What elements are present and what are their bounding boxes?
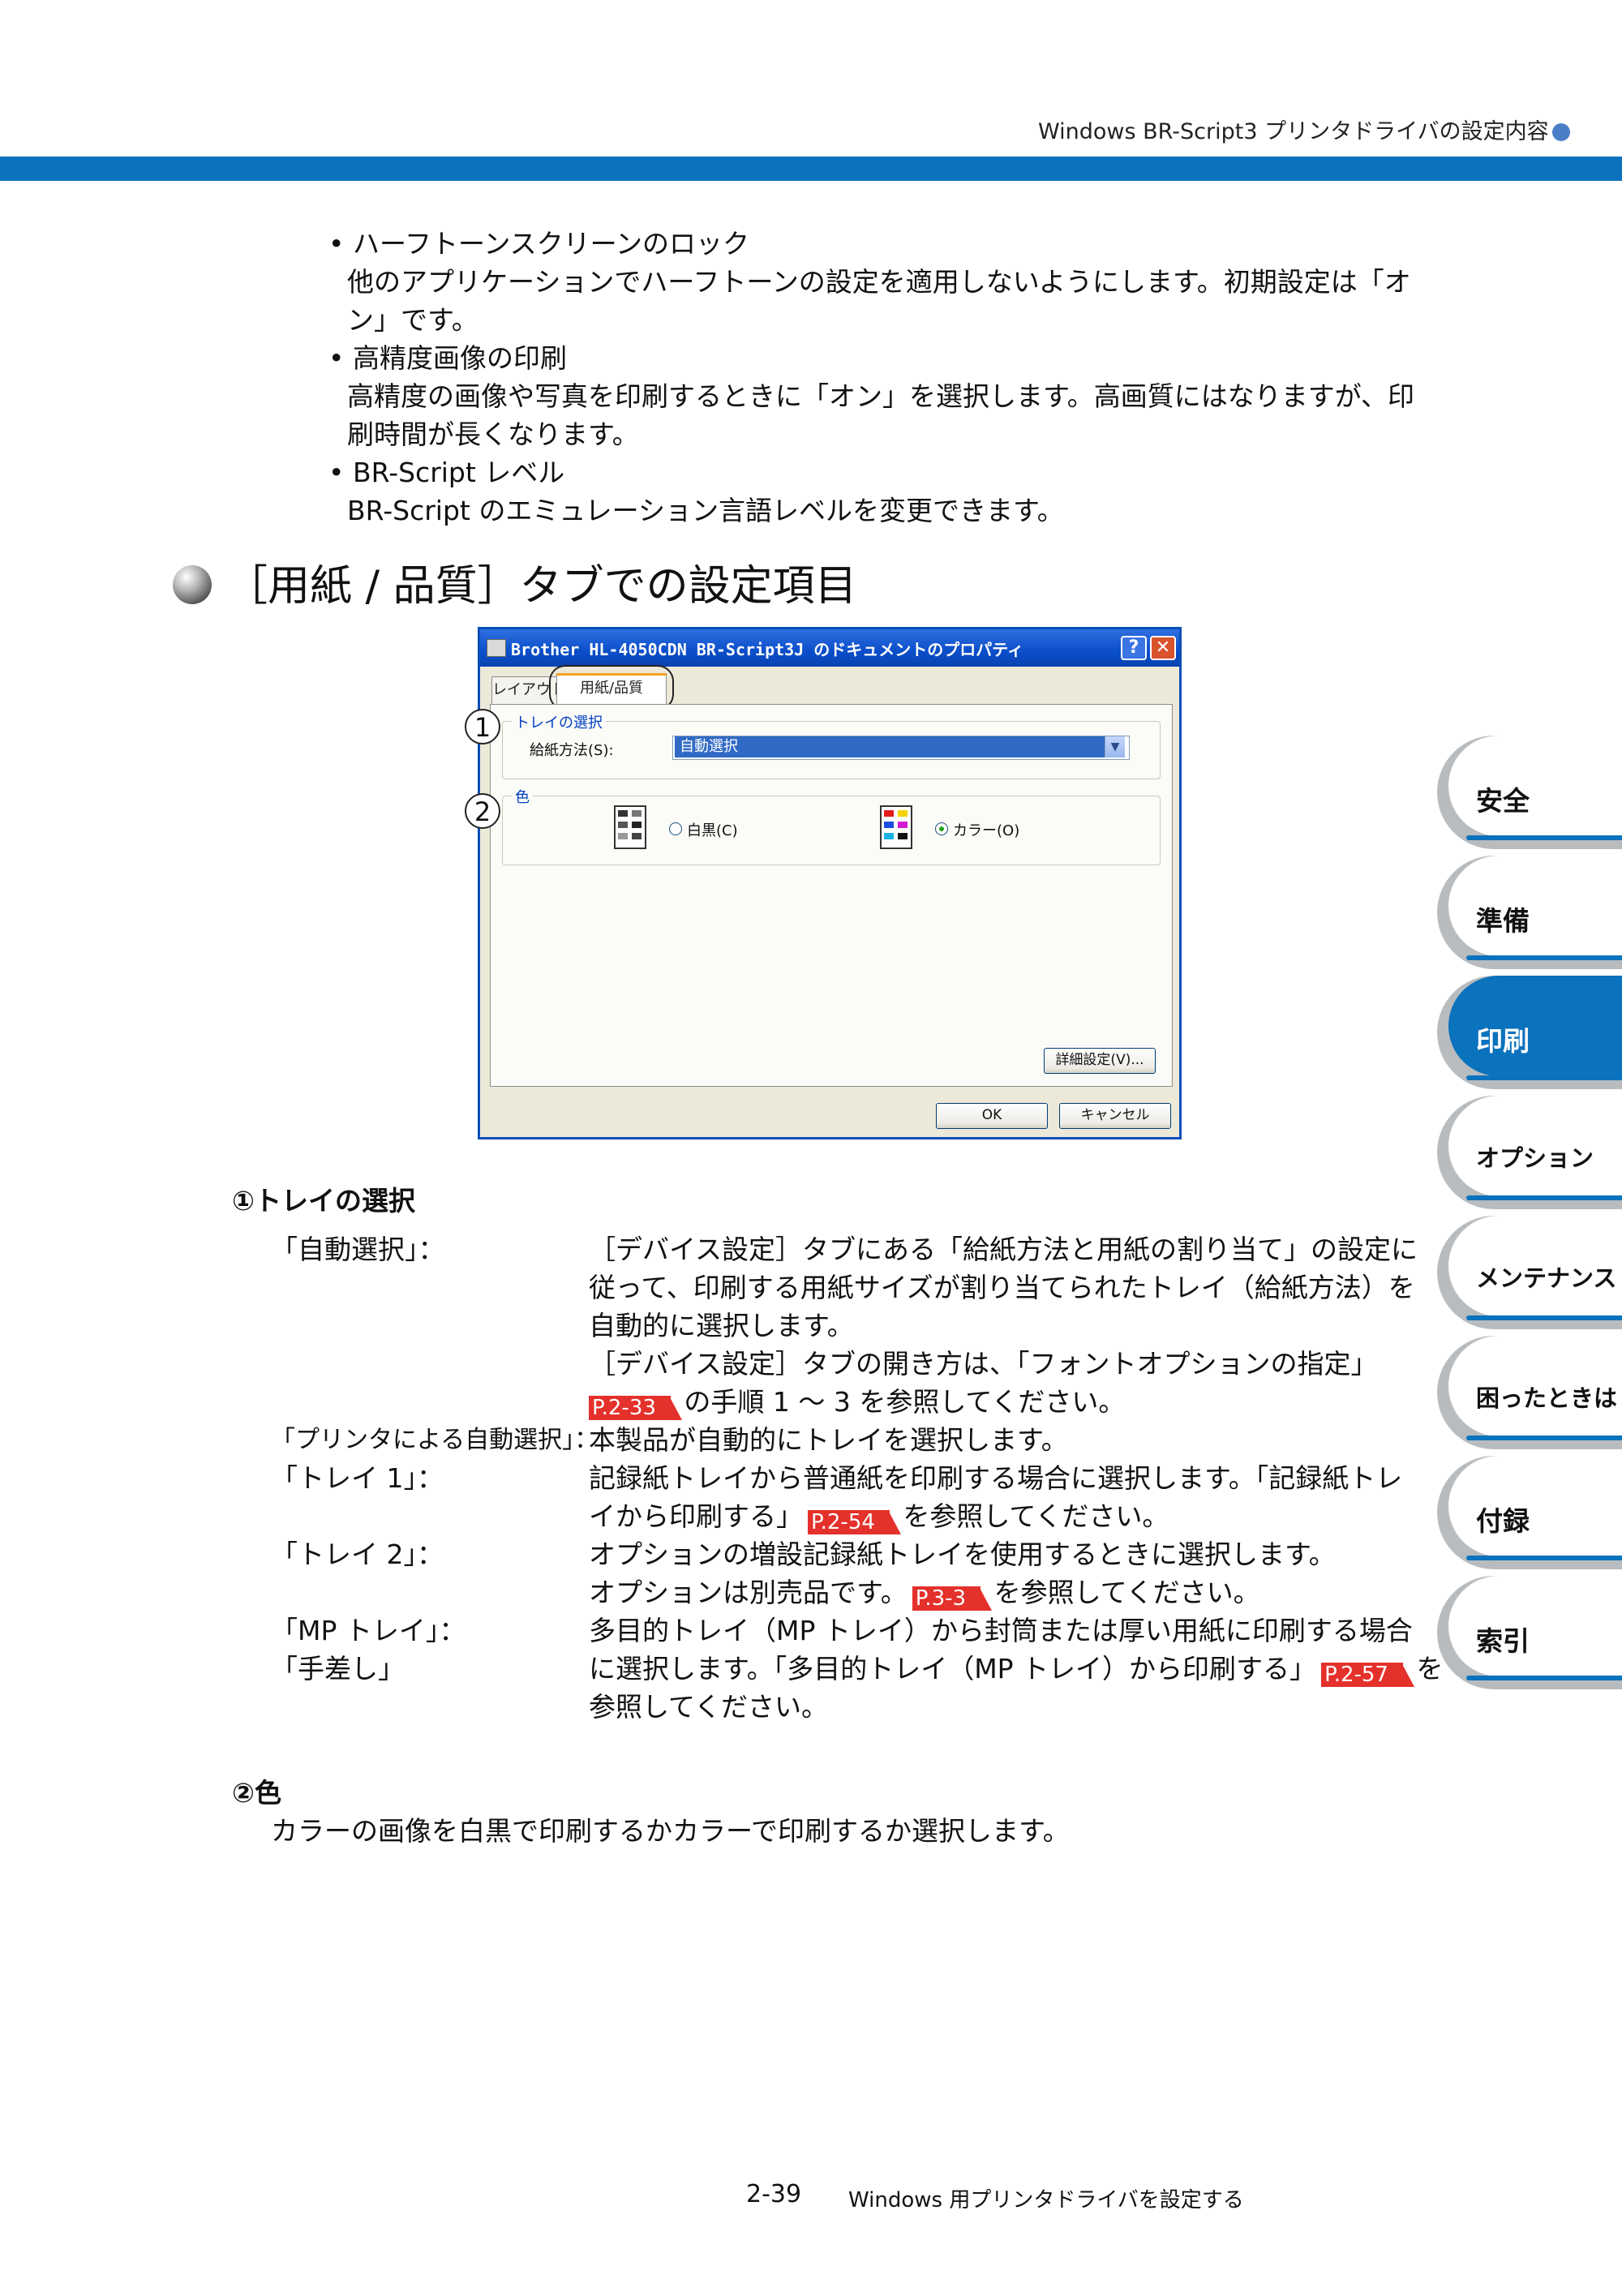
tab-panel: トレイの選択 給紙方法(S): 自動選択 ▼ 色 白黒(C) カラー(O) 詳細… — [490, 704, 1173, 1087]
mp-tray-line-3: 参照してください。 — [589, 1691, 829, 1723]
section-ball-icon — [173, 565, 212, 604]
side-tab-options[interactable]: オプション — [1437, 1096, 1622, 1209]
printer-icon — [487, 639, 506, 657]
auto-select-line-5: P.2-33 の手順 1 ～ 3 を参照してください。 — [589, 1383, 1125, 1421]
running-header: Windows BR-Script3 プリンタドライバの設定内容 — [1038, 114, 1570, 145]
ok-button[interactable]: OK — [936, 1103, 1048, 1129]
radio-color-label: カラー(O) — [953, 822, 1020, 839]
side-tab-maintenance[interactable]: メンテナンス — [1437, 1216, 1622, 1329]
tray2-line-2: オプションは別売品です。 P.3-3 を参照してください。 — [589, 1577, 1260, 1611]
radio-color[interactable] — [935, 822, 948, 835]
auto-select-line-3: 自動的に選択します。 — [589, 1310, 854, 1341]
color-section-text: カラーの画像を白黒で印刷するかカラーで印刷するか選択します。 — [271, 1815, 1070, 1847]
printer-auto-label: 「プリンタによる自動選択」： — [271, 1426, 599, 1454]
mp-tray-line-1: 多目的トレイ（MP トレイ）から封筒または厚い用紙に印刷する場合 — [589, 1615, 1413, 1646]
bullet-3: • BR-Script レベル — [328, 457, 565, 488]
mp-tray-label: 「MP トレイ」： — [271, 1615, 466, 1646]
bullet-3-title: BR-Script レベル — [352, 457, 565, 488]
ref-link-2-33[interactable]: P.2-33 — [589, 1396, 682, 1420]
page-number: 2-39 — [746, 2180, 802, 2208]
bullet-1-title: ハーフトーンスクリーンのロック — [352, 228, 750, 260]
help-button[interactable]: ? — [1121, 636, 1147, 660]
side-tab-troubleshooting[interactable]: 困ったときは — [1437, 1336, 1622, 1449]
tray2-label: 「トレイ 2」： — [271, 1539, 444, 1570]
tray2-line-1: オプションの増設記録紙トレイを使用するときに選択します。 — [589, 1539, 1336, 1570]
tray-section-heading: ①トレイの選択 — [232, 1185, 415, 1217]
header-dot-icon — [1551, 123, 1570, 141]
feed-method-label: 給紙方法(S): — [530, 742, 614, 759]
side-tab-safety[interactable]: 安全 — [1437, 736, 1622, 849]
bullet-3-line-1: BR-Script のエミュレーション言語レベルを変更できます。 — [347, 495, 1064, 526]
advanced-settings-button[interactable]: 詳細設定(V)... — [1044, 1048, 1156, 1074]
radio-mono[interactable] — [669, 822, 682, 835]
ref-link-2-57[interactable]: P.2-57 — [1321, 1663, 1414, 1687]
bullet-1-line-1: 他のアプリケーションでハーフトーンの設定を適用しないようにします。初期設定は「オ — [347, 266, 1411, 298]
side-tab-print[interactable]: 印刷 — [1437, 976, 1622, 1089]
side-tab-index[interactable]: 索引 — [1437, 1576, 1622, 1689]
footer-title: Windows 用プリンタドライバを設定する — [848, 2188, 1244, 2212]
feed-method-value: 自動選択 — [675, 736, 1106, 757]
cancel-button[interactable]: キャンセル — [1059, 1103, 1171, 1129]
tray1-line-2: イから印刷する」 P.2-54 を参照してください。 — [589, 1500, 1169, 1534]
printer-auto-line-1: 本製品が自動的にトレイを選択します。 — [589, 1424, 1068, 1456]
tray1-label: 「トレイ 1」： — [271, 1462, 444, 1494]
feed-method-select[interactable]: 自動選択 ▼ — [672, 736, 1130, 760]
auto-select-line-2: 従って、印刷する用紙サイズが割り当てられたトレイ（給紙方法）を — [589, 1272, 1415, 1303]
callout-1: 1 — [465, 709, 500, 745]
ref-link-3-3[interactable]: P.3-3 — [912, 1586, 993, 1611]
auto-select-line-4: ［デバイス設定］タブの開き方は、「フォントオプションの指定」 — [589, 1348, 1378, 1380]
bullet-1: • ハーフトーンスクリーンのロック — [328, 228, 750, 260]
properties-dialog: Brother HL-4050CDN BR-Script3J のドキュメントのプ… — [478, 627, 1182, 1139]
color-section-heading: ②色 — [232, 1777, 281, 1809]
bullet-2: • 高精度画像の印刷 — [328, 342, 567, 374]
color-group — [502, 796, 1161, 865]
close-button[interactable]: ✕ — [1150, 636, 1176, 660]
side-tab-appendix[interactable]: 付録 — [1437, 1456, 1622, 1569]
manual-feed-label: 「手差し」 — [271, 1653, 405, 1684]
auto-select-line-1: ［デバイス設定］タブにある「給紙方法と用紙の割り当て」の設定に — [589, 1234, 1418, 1265]
dialog-titlebar: Brother HL-4050CDN BR-Script3J のドキュメントのプ… — [480, 629, 1179, 667]
section-title: ［用紙 / 品質］タブでの設定項目 — [225, 562, 857, 611]
tray1-line-1: 記録紙トレイから普通紙を印刷する場合に選択します。「記録紙トレ — [589, 1462, 1403, 1494]
tray-group-label: トレイの選択 — [512, 711, 606, 732]
dialog-title: Brother HL-4050CDN BR-Script3J のドキュメントのプ… — [511, 640, 1024, 659]
mp-tray-line-2: に選択します。「多目的トレイ（MP トレイ）から印刷する」 P.2-57 を — [589, 1653, 1444, 1687]
chevron-down-icon[interactable]: ▼ — [1105, 736, 1125, 757]
callout-2: 2 — [465, 793, 500, 829]
radio-mono-label: 白黒(C) — [687, 822, 738, 839]
header-bar — [0, 157, 1622, 181]
side-tab-prepare[interactable]: 準備 — [1437, 856, 1622, 969]
bullet-2-title: 高精度画像の印刷 — [352, 342, 567, 374]
color-group-label: 色 — [512, 786, 533, 807]
bullet-1-line-2: ン」です。 — [347, 304, 478, 336]
bullet-2-line-1: 高精度の画像や写真を印刷するときに「オン」を選択します。高画質にはなりますが、印 — [347, 380, 1415, 412]
tab-layout[interactable]: レイアウト — [491, 676, 565, 705]
mono-printer-icon — [614, 805, 646, 849]
bullet-2-line-2: 刷時間が長くなります。 — [347, 418, 639, 450]
ref-link-2-54[interactable]: P.2-54 — [808, 1510, 901, 1534]
color-printer-icon — [880, 805, 912, 849]
auto-select-label: 「自動選択」： — [271, 1234, 445, 1265]
